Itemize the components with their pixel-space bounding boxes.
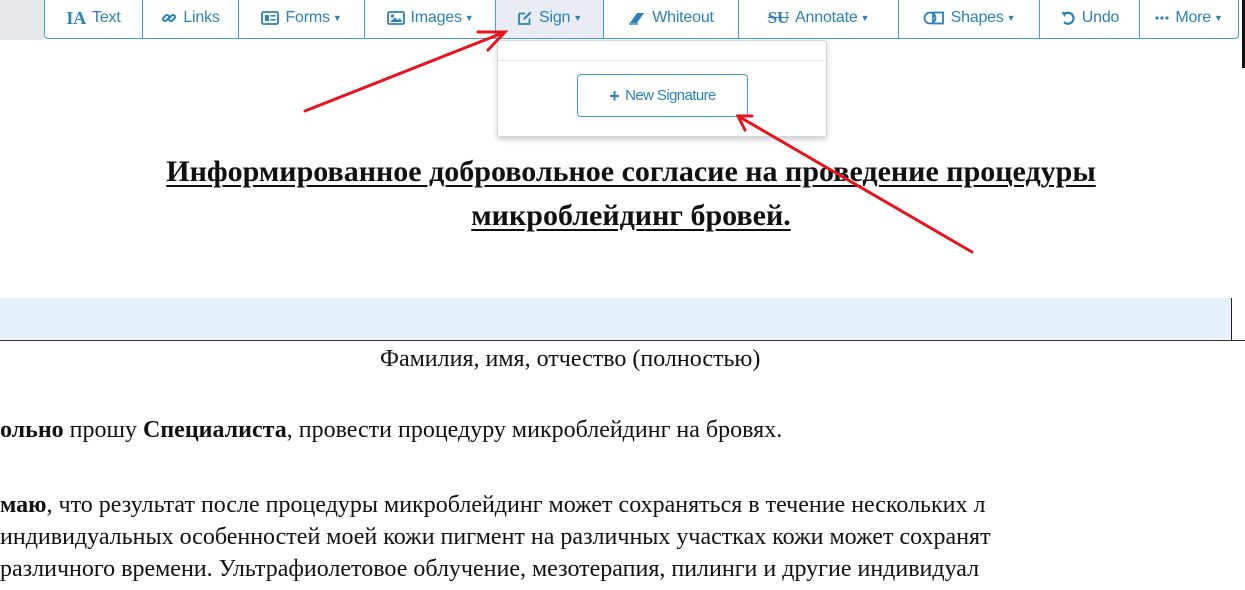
- new-signature-label: New Signature: [625, 87, 716, 104]
- link-icon: [161, 10, 177, 26]
- shapes-tool-button[interactable]: Shapes ▼: [899, 0, 1040, 38]
- shapes-icon: [923, 11, 945, 25]
- name-underline: [0, 340, 1245, 341]
- toolbar-left-strip: [0, 0, 44, 40]
- image-icon: [386, 11, 405, 25]
- paragraph-2-text-1: , что результат после процедуры микробле…: [46, 492, 986, 518]
- new-signature-button[interactable]: + New Signature: [577, 74, 748, 117]
- field-border: [1231, 298, 1232, 340]
- sign-tool-label: Sign: [539, 9, 571, 26]
- form-icon: [261, 11, 280, 25]
- images-tool-label: Images: [410, 9, 462, 26]
- document-title-line-1: Информированное добровольное согласие на…: [166, 155, 1096, 188]
- paragraph-1-bold-2: Специалиста: [143, 417, 287, 443]
- forms-tool-button[interactable]: Forms ▼: [239, 0, 365, 38]
- undo-tool-button[interactable]: Undo: [1040, 0, 1140, 38]
- text-tool-button[interactable]: IA Text: [45, 0, 143, 38]
- chevron-down-icon: ▼: [573, 13, 582, 23]
- document-title: Информированное добровольное согласие на…: [0, 150, 1245, 238]
- paragraph-2-line-3: различного времени. Ультрафиолетовое обл…: [0, 556, 980, 582]
- links-tool-label: Links: [183, 9, 220, 26]
- chevron-down-icon: ▼: [464, 13, 474, 23]
- arrow-to-sign-line: [303, 30, 507, 113]
- undo-tool-label: Undo: [1081, 9, 1120, 26]
- name-field-caption: Фамилия, имя, отчество (полностью): [380, 346, 761, 372]
- ellipsis-icon: [1155, 15, 1169, 21]
- sign-tool-button[interactable]: Sign ▼: [496, 0, 604, 38]
- paragraph-2-line-2: индивидуальных особенностей моей кожи пи…: [0, 524, 991, 550]
- dropdown-divider: [498, 60, 826, 61]
- links-tool-button[interactable]: Links: [143, 0, 239, 38]
- paragraph-1-bold-1: ольно: [0, 417, 64, 443]
- more-tool-button[interactable]: More ▼: [1140, 0, 1238, 38]
- chevron-down-icon: ▼: [332, 13, 342, 23]
- paragraph-2-line-1: маю, что результат после процедуры микро…: [0, 489, 985, 521]
- editor-toolbar: IA Text Links Forms ▼ Images ▼ Sign ▼ Wh…: [44, 0, 1239, 39]
- paragraph-2-bold: маю: [0, 492, 47, 518]
- text-tool-label: Text: [92, 9, 121, 26]
- paragraph-1-text-1: прошу: [63, 417, 143, 443]
- more-tool-label: More: [1175, 9, 1211, 26]
- chevron-down-icon: ▼: [860, 13, 870, 23]
- full-name-input-field[interactable]: [0, 298, 1232, 340]
- chevron-down-icon: ▼: [1213, 13, 1223, 23]
- forms-tool-label: Forms: [285, 9, 330, 26]
- eraser-icon: [628, 11, 646, 25]
- annotate-tool-button[interactable]: SU Annotate ▼: [739, 0, 899, 38]
- document-title-line-2: микроблейдинг бровей.: [471, 199, 791, 232]
- plus-icon: +: [609, 85, 620, 106]
- shapes-tool-label: Shapes: [950, 9, 1004, 26]
- whiteout-tool-button[interactable]: Whiteout: [604, 0, 739, 38]
- paragraph-1-text-2: , провести процедуру микроблейдинг на бр…: [286, 417, 783, 443]
- chevron-down-icon: ▼: [1006, 13, 1016, 23]
- editor-toolbar-bar: IA Text Links Forms ▼ Images ▼ Sign ▼ Wh…: [0, 0, 1245, 40]
- paragraph-1: ольно прошу Специалиста, провести процед…: [0, 414, 782, 446]
- text-cursor-icon: IA: [66, 7, 87, 28]
- whiteout-tool-label: Whiteout: [652, 9, 714, 26]
- annotate-tool-label: Annotate: [795, 9, 858, 26]
- undo-icon: [1060, 10, 1076, 26]
- strikethrough-icon: SU: [767, 8, 790, 27]
- edit-icon: [517, 10, 533, 26]
- images-tool-button[interactable]: Images ▼: [365, 0, 496, 38]
- sign-dropdown-menu: + New Signature: [497, 40, 827, 137]
